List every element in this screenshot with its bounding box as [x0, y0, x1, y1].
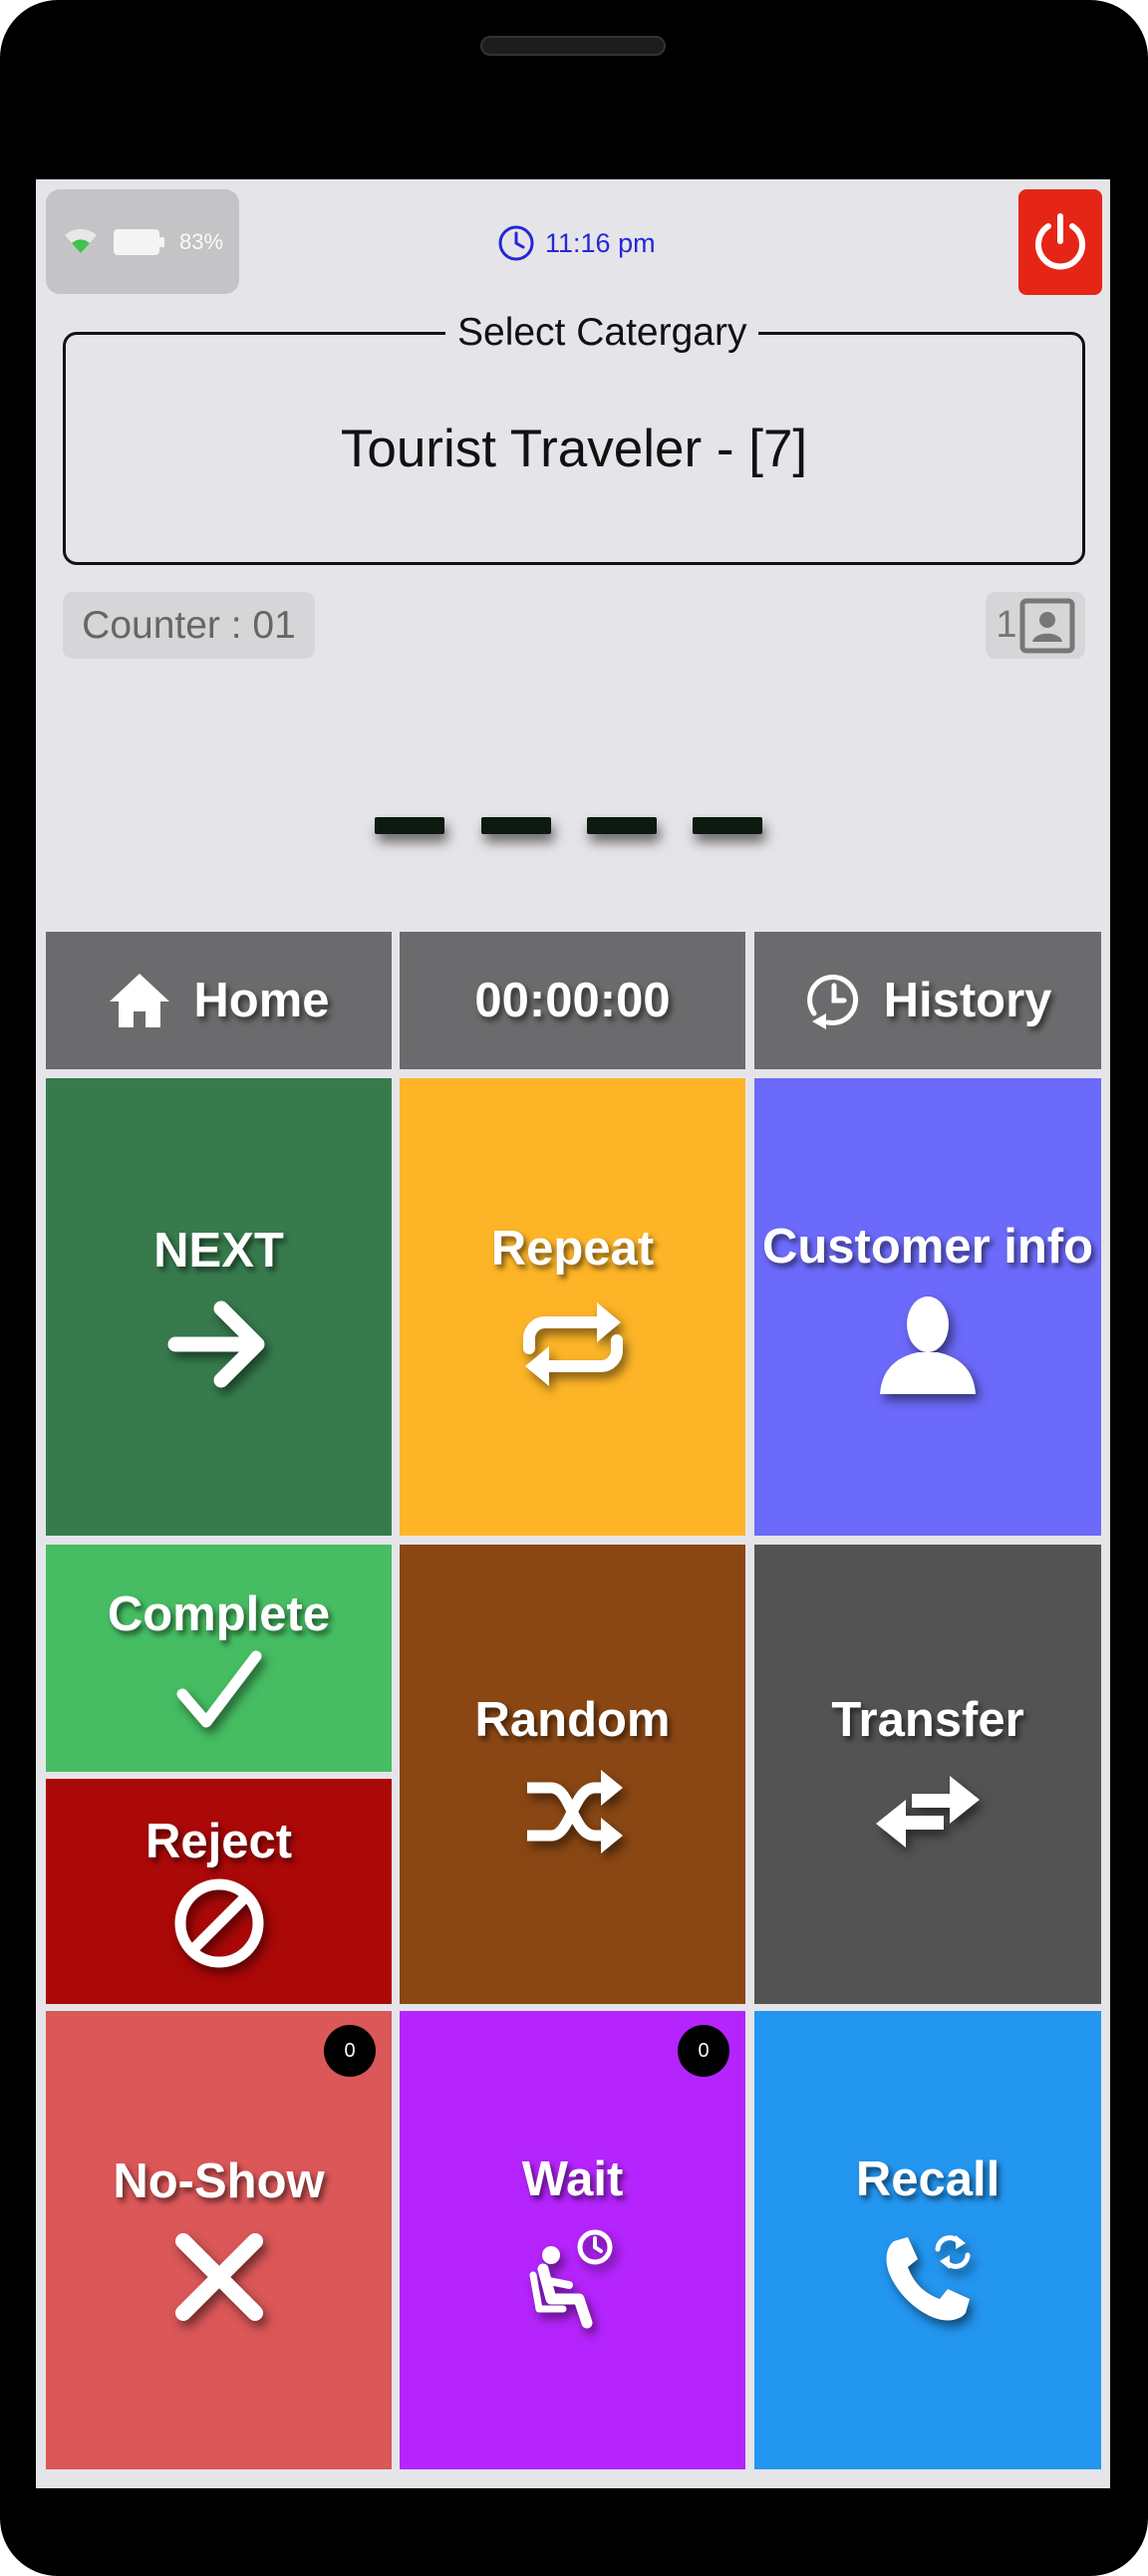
complete-button[interactable]: Complete: [46, 1545, 392, 1772]
wifi-icon: [65, 228, 97, 253]
timer-value: 00:00:00: [474, 974, 671, 1027]
reject-button[interactable]: Reject: [46, 1779, 392, 2004]
category-value[interactable]: Tourist Traveler - [7]: [63, 414, 1085, 485]
home-icon: [110, 974, 170, 1027]
clock-icon: [498, 225, 534, 261]
no-show-label: No-Show: [113, 2154, 325, 2208]
counter-label: Counter : 01: [63, 592, 315, 659]
timer-display: 00:00:00: [400, 932, 745, 1069]
power-icon: [1035, 213, 1085, 270]
random-button[interactable]: Random: [400, 1545, 745, 2004]
prohibited-icon: [174, 1878, 263, 1968]
status-indicator: 83%: [46, 189, 239, 294]
shuffle-icon: [526, 1769, 623, 1854]
history-icon: [806, 974, 858, 1029]
app-screen: 83% 11:16 pm Select Catergary Tourist Tr…: [36, 179, 1110, 2488]
transfer-arrows-icon: [876, 1775, 980, 1848]
customer-info-label: Customer info: [761, 1219, 1094, 1274]
wait-count-badge: 0: [678, 2025, 729, 2077]
recall-button[interactable]: Recall: [754, 2011, 1101, 2469]
home-button[interactable]: Home: [46, 932, 392, 1069]
transfer-button[interactable]: Transfer: [754, 1545, 1101, 2004]
home-label: Home: [193, 974, 330, 1027]
battery-percent: 83%: [179, 229, 224, 254]
power-button[interactable]: [1018, 189, 1102, 295]
reject-label: Reject: [144, 1815, 293, 1868]
history-label: History: [883, 974, 1052, 1027]
ticket-digit-placeholder: [693, 817, 762, 834]
repeat-button[interactable]: Repeat: [400, 1078, 745, 1536]
history-button[interactable]: History: [754, 932, 1101, 1069]
battery-icon: [114, 229, 164, 255]
checkmark-icon: [176, 1650, 261, 1728]
random-label: Random: [474, 1692, 671, 1747]
queue-button[interactable]: 1: [986, 592, 1085, 659]
customer-info-button[interactable]: Customer info: [754, 1078, 1101, 1536]
ticket-number-display: [375, 817, 803, 877]
ticket-digit-placeholder: [587, 817, 657, 834]
arrow-right-icon: [167, 1300, 264, 1387]
no-show-count-badge: 0: [324, 2025, 376, 2077]
category-legend: Select Catergary: [445, 309, 759, 357]
complete-label: Complete: [107, 1587, 331, 1641]
next-button[interactable]: NEXT: [46, 1078, 392, 1536]
transfer-label: Transfer: [831, 1692, 1024, 1747]
wait-label: Wait: [521, 2152, 624, 2206]
close-x-icon: [174, 2233, 263, 2321]
contact-card-icon: [1019, 598, 1075, 653]
clock-time: 11:16 pm: [545, 227, 656, 258]
repeat-icon: [522, 1301, 623, 1386]
clock-display: 11:16 pm: [497, 223, 656, 263]
wait-button[interactable]: 0 Wait: [400, 2011, 745, 2469]
queue-count: 1: [996, 604, 1017, 646]
recall-label: Recall: [855, 2152, 1001, 2206]
repeat-label: Repeat: [490, 1221, 655, 1276]
person-icon: [880, 1295, 976, 1394]
phone-frame: 83% 11:16 pm Select Catergary Tourist Tr…: [0, 0, 1148, 2576]
ticket-digit-placeholder: [481, 817, 551, 834]
phone-recall-icon: [886, 2235, 971, 2321]
ticket-digit-placeholder: [375, 817, 444, 834]
speaker-grille: [480, 36, 666, 56]
next-label: NEXT: [153, 1223, 284, 1278]
no-show-button[interactable]: 0 No-Show: [46, 2011, 392, 2469]
waiting-seat-icon: [529, 2229, 612, 2329]
